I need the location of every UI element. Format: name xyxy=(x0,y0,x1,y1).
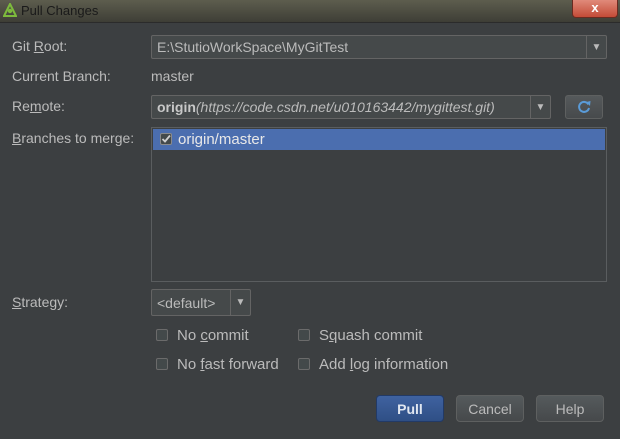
refresh-remote-button[interactable] xyxy=(565,95,603,119)
window-title: Pull Changes xyxy=(21,3,99,18)
git-root-label: Git Root: xyxy=(12,38,68,54)
remote-label: Remote: xyxy=(12,98,65,114)
branch-checkbox[interactable] xyxy=(160,133,172,145)
add-log-checkbox[interactable] xyxy=(298,358,310,370)
chevron-down-icon: ▼ xyxy=(530,96,550,118)
help-button[interactable]: Help xyxy=(536,395,604,422)
branches-to-merge-label: Branches to merge: xyxy=(12,130,135,146)
pull-changes-dialog: Git Root: E:\StutioWorkSpace\MyGitTest ▼… xyxy=(0,23,620,439)
title-bar: Pull Changes x xyxy=(0,0,620,23)
chevron-down-icon: ▼ xyxy=(586,36,606,58)
current-branch-value: master xyxy=(151,68,194,84)
strategy-value: <default> xyxy=(157,295,216,311)
android-icon xyxy=(3,3,17,17)
no-commit-checkbox[interactable] xyxy=(156,329,168,341)
squash-commit-label: Squash commit xyxy=(319,327,423,344)
list-item[interactable]: origin/master xyxy=(153,129,605,150)
add-log-label: Add log information xyxy=(319,356,449,373)
branch-name: origin/master xyxy=(178,131,265,148)
git-root-value: E:\StutioWorkSpace\MyGitTest xyxy=(157,39,349,55)
refresh-icon xyxy=(578,100,591,113)
git-root-dropdown[interactable]: E:\StutioWorkSpace\MyGitTest ▼ xyxy=(151,35,607,59)
checkmark-icon xyxy=(161,134,171,143)
remote-url: (https://code.csdn.net/u010163442/mygitt… xyxy=(195,99,495,115)
remote-value: origin(https://code.csdn.net/u010163442/… xyxy=(157,99,528,115)
no-fast-forward-label: No fast forward xyxy=(177,356,279,373)
squash-commit-checkbox[interactable] xyxy=(298,329,310,341)
branches-list: origin/master xyxy=(151,127,607,282)
no-fast-forward-checkbox[interactable] xyxy=(156,358,168,370)
close-button[interactable]: x xyxy=(572,0,618,18)
current-branch-label: Current Branch: xyxy=(12,68,111,84)
remote-dropdown[interactable]: origin(https://code.csdn.net/u010163442/… xyxy=(151,95,551,119)
strategy-label: Strategy: xyxy=(12,294,69,310)
strategy-dropdown[interactable]: <default> ▼ xyxy=(151,289,251,316)
remote-name: origin xyxy=(157,99,196,115)
pull-button[interactable]: Pull xyxy=(376,395,444,422)
no-commit-label: No commit xyxy=(177,327,249,344)
cancel-button[interactable]: Cancel xyxy=(456,395,524,422)
chevron-down-icon: ▼ xyxy=(230,290,250,315)
